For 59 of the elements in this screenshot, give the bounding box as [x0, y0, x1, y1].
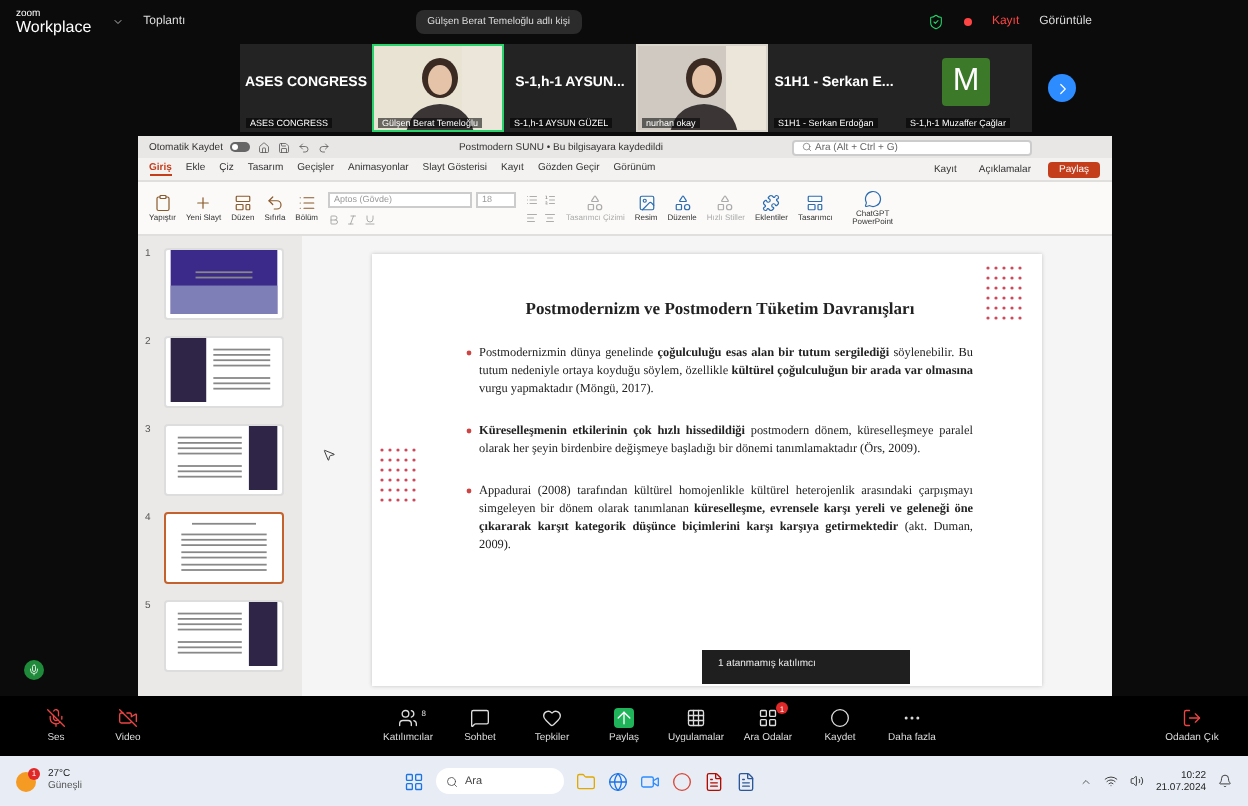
slide-thumbnail-drawing	[167, 250, 279, 314]
chevron-down-icon	[111, 16, 124, 28]
ribbon-icon	[762, 193, 781, 212]
numbering-icon	[544, 193, 557, 205]
video-off-icon	[118, 708, 138, 728]
bullet-icon	[465, 427, 471, 434]
breakout-rooms-icon	[758, 708, 778, 728]
share-screen-icon	[614, 708, 634, 728]
record-icon	[830, 708, 850, 728]
slide-title: Postmodernizm ve Postmodern Tüketim Davranışları	[523, 298, 917, 318]
ribbon-icon	[586, 193, 605, 212]
bold-icon	[328, 213, 341, 225]
search-icon	[801, 142, 812, 152]
ribbon-icon	[673, 193, 692, 212]
bullet-icon	[465, 350, 471, 356]
volume-icon	[1129, 774, 1144, 788]
bell-icon	[1218, 774, 1233, 788]
slide-thumbnail[interactable]	[163, 512, 283, 584]
ribbon-icon	[194, 193, 213, 212]
undo-icon	[298, 141, 311, 153]
record-dot-icon	[963, 18, 972, 26]
ribbon-icon	[265, 193, 284, 212]
cursor-icon	[321, 448, 335, 462]
start-icon	[404, 771, 425, 791]
bullet-icon	[465, 487, 471, 494]
ribbon-icon	[716, 193, 735, 212]
underline-icon	[364, 213, 377, 225]
floating-mic-button[interactable]	[24, 660, 44, 680]
next-page-button[interactable]	[1048, 74, 1076, 102]
save-icon	[278, 141, 291, 153]
ribbon-icon	[806, 193, 825, 212]
home-icon	[258, 141, 271, 153]
shield-icon	[927, 14, 944, 30]
align-center-icon	[544, 211, 557, 223]
ribbon-icon	[863, 189, 882, 208]
participants-icon	[398, 708, 418, 728]
search-icon	[446, 775, 459, 787]
folder-icon	[576, 771, 597, 791]
chevron-up-icon	[1079, 775, 1092, 787]
chat-icon	[470, 708, 490, 728]
ribbon-icon	[637, 193, 656, 212]
heart-icon	[542, 708, 562, 728]
ribbon-icon	[233, 193, 252, 212]
muted-mic-icon	[46, 708, 66, 728]
avatar: M	[942, 58, 990, 106]
video-app-icon	[640, 771, 661, 791]
ribbon-icon	[297, 193, 316, 212]
mic-icon	[28, 664, 40, 676]
browser-icon	[608, 771, 629, 791]
align-left-icon	[526, 211, 539, 223]
italic-icon	[346, 213, 359, 225]
apps-icon	[686, 708, 706, 728]
leave-icon	[1182, 708, 1202, 728]
ribbon-icon	[153, 193, 172, 212]
autosave-toggle[interactable]	[230, 142, 251, 152]
bullets-icon	[526, 193, 539, 205]
redo-icon	[318, 141, 331, 153]
brand-text: Workplace	[16, 19, 92, 35]
wifi-icon	[1103, 774, 1118, 788]
